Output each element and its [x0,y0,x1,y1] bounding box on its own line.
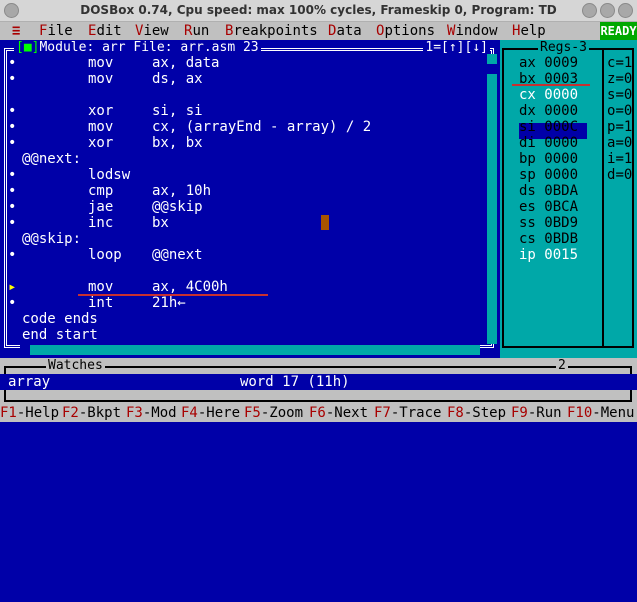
breakpoint-mark: • [8,247,17,263]
minimize-button[interactable] [582,3,597,18]
fkey-help[interactable]: F1-Help [0,404,59,422]
flag-c[interactable]: c=1 [607,55,632,71]
current-line-underline [78,294,268,296]
register-ax[interactable]: ax 0009 [519,55,578,71]
execution-pointer-icon: ▸ [8,279,17,295]
module-header: [■]Module: arr File: arr.asm 23 [14,40,261,55]
function-key-bar: F1-Help F2-Bkpt F3-Mod F4-Here F5-Zoom F… [0,404,637,422]
status-indicator: READY [600,22,637,40]
register-cs[interactable]: cs 0BDB [519,231,578,247]
register-ds[interactable]: ds 0BDA [519,183,578,199]
menu-edit[interactable]: Edit [88,22,122,40]
watch-name[interactable]: array [8,374,50,390]
menu-run[interactable]: Run [184,22,209,40]
watches-window-number: 2 [556,358,568,373]
register-ss[interactable]: ss 0BD9 [519,215,578,231]
flag-i[interactable]: i=1 [607,151,632,167]
register-si[interactable]: si 000C [519,119,578,135]
maximize-button[interactable] [600,3,615,18]
fkey-zoom[interactable]: F5-Zoom [244,404,303,422]
breakpoint-mark: • [8,167,17,183]
register-di[interactable]: di 0000 [519,135,578,151]
fkey-menu[interactable]: F10-Menu [567,404,634,422]
module-horizontal-scrollbar[interactable] [20,345,480,355]
register-bx[interactable]: bx 0003 [519,71,578,87]
breakpoint-mark: • [8,55,17,71]
breakpoint-mark: • [8,103,17,119]
close-box-icon[interactable]: [■] [16,40,39,55]
breakpoint-mark: • [8,183,17,199]
menu-data[interactable]: Data [328,22,362,40]
registers-divider [602,50,604,348]
breakpoint-mark: • [8,135,17,151]
fkey-here[interactable]: F4-Here [181,404,240,422]
flag-p[interactable]: p=1 [607,119,632,135]
fkey-mod[interactable]: F3-Mod [126,404,177,422]
close-button[interactable] [618,3,633,18]
breakpoint-mark: • [8,295,17,311]
menu-file[interactable]: File [39,22,73,40]
menu-breakpoints[interactable]: Breakpoints [225,22,318,40]
breakpoint-mark: • [8,119,17,135]
menu-view[interactable]: View [135,22,169,40]
code-area[interactable]: • mov ax, data • mov ds, ax • xor si, si • mov c… [8,55,486,345]
flag-d[interactable]: d=0 [607,167,632,183]
module-vertical-scrollbar[interactable] [487,54,497,344]
register-cx[interactable]: cx 0000 [519,87,578,103]
register-ip[interactable]: ip 0015 [519,247,578,263]
menu-bar: ≡ File Edit View Run Breakpoints Data Op… [0,22,637,40]
flag-a[interactable]: a=0 [607,135,632,151]
fkey-next[interactable]: F6-Next [309,404,368,422]
watch-value[interactable]: word 17 (11h) [240,374,350,390]
menu-help[interactable]: Help [512,22,546,40]
window-titlebar: DOSBox 0.74, Cpu speed: max 100% cycles,… [0,0,637,22]
watches-title: Watches [46,358,105,373]
scroll-thumb[interactable] [487,64,497,74]
module-window-controls[interactable]: 1=[↑][↓] [423,40,490,55]
register-es[interactable]: es 0BCA [519,199,578,215]
fkey-step[interactable]: F8-Step [447,404,506,422]
scroll-thumb[interactable] [20,345,30,355]
flag-o[interactable]: o=0 [607,103,632,119]
register-dx[interactable]: dx 0000 [519,103,578,119]
menu-window[interactable]: Window [447,22,498,40]
window-title: DOSBox 0.74, Cpu speed: max 100% cycles,… [80,3,557,17]
breakpoint-mark: • [8,215,17,231]
register-bp[interactable]: bp 0000 [519,151,578,167]
fkey-bkpt[interactable]: F2-Bkpt [62,404,121,422]
breakpoint-mark: • [8,199,17,215]
system-menu-icon[interactable]: ≡ [12,22,20,40]
text-cursor [321,215,329,230]
registers-title: Regs-3 [538,40,589,55]
flag-s[interactable]: s=0 [607,87,632,103]
fkey-run[interactable]: F9-Run [511,404,562,422]
register-sp[interactable]: sp 0000 [519,167,578,183]
menu-options[interactable]: Options [376,22,435,40]
flag-z[interactable]: z=0 [607,71,632,87]
breakpoint-mark: • [8,71,17,87]
watches-window[interactable]: Watches 2 array word 17 (11h) [0,358,637,404]
fkey-trace[interactable]: F7-Trace [374,404,441,422]
module-window[interactable]: [■]Module: arr File: arr.asm 23 1=[↑][↓]… [0,40,500,358]
